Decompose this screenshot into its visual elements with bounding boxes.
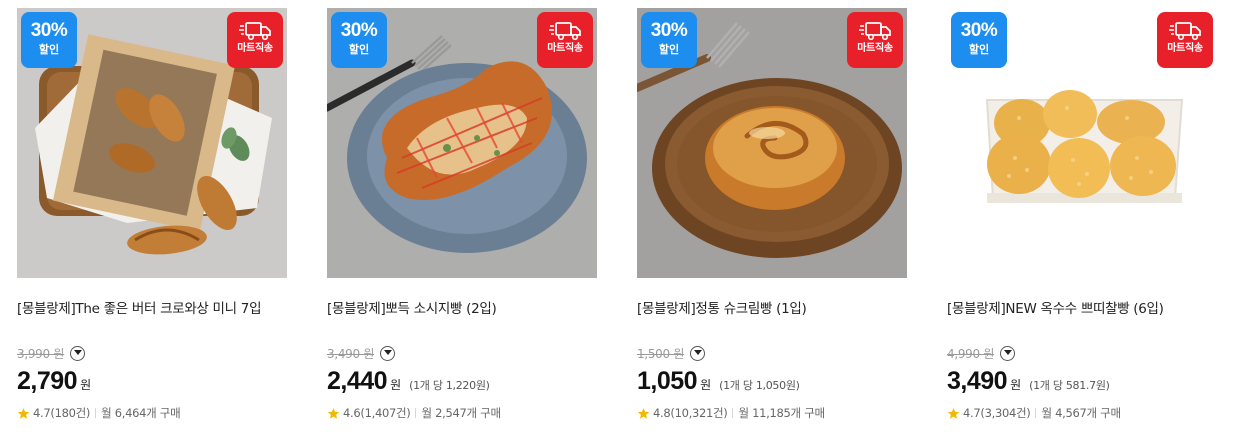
product-image-croissant[interactable]: 30% 할인 마트직송 bbox=[17, 8, 287, 278]
sale-price: 2,440 bbox=[327, 367, 388, 395]
discount-percent: 30% bbox=[960, 20, 998, 41]
price-info-button[interactable] bbox=[70, 345, 86, 361]
sale-price: 3,490 bbox=[947, 367, 1008, 395]
discount-label: 할인 bbox=[968, 43, 990, 56]
price-info-button[interactable] bbox=[1000, 345, 1016, 361]
mart-delivery-badge: 마트직송 bbox=[537, 12, 593, 68]
star-icon bbox=[947, 407, 960, 419]
rating-count[interactable]: 4.6(1,407건) bbox=[343, 405, 411, 421]
discount-badge: 30% 할인 bbox=[21, 12, 77, 68]
currency-label: 원 bbox=[700, 378, 712, 392]
discount-label: 할인 bbox=[38, 43, 60, 56]
delivery-truck-icon bbox=[549, 22, 581, 41]
delivery-label: 마트직송 bbox=[547, 43, 583, 54]
mart-delivery-badge: 마트직송 bbox=[847, 12, 903, 68]
price-row: 2,440 원 (1개 당 1,220원) bbox=[327, 367, 490, 397]
chevron-down-icon bbox=[693, 350, 702, 355]
original-price-row: 3,990 원 bbox=[17, 344, 86, 362]
price-info-button[interactable] bbox=[380, 345, 396, 361]
delivery-label: 마트직송 bbox=[1167, 43, 1203, 54]
product-image-cream-bread[interactable]: 30% 할인 마트직송 bbox=[637, 8, 907, 278]
unit-price: (1개 당 1,220원) bbox=[409, 379, 490, 392]
discount-percent: 30% bbox=[340, 20, 378, 41]
chevron-down-icon bbox=[73, 350, 82, 355]
review-meta: 4.8(10,321건) 월 11,185개 구매 bbox=[637, 405, 825, 421]
price-row: 1,050 원 (1개 당 1,050원) bbox=[637, 367, 800, 397]
product-card[interactable]: 30% 할인 마트직송 [몽블랑제]The 좋은 버터 크로와상 미니 7입 3… bbox=[17, 8, 287, 438]
discount-badge: 30% 할인 bbox=[641, 12, 697, 68]
unit-price: (1개 당 1,050원) bbox=[719, 379, 800, 392]
currency-label: 원 bbox=[1010, 378, 1022, 392]
original-price: 3,490 원 bbox=[327, 346, 375, 361]
product-name[interactable]: [몽블랑제]정통 슈크림빵 (1입) bbox=[637, 297, 917, 317]
star-icon bbox=[327, 407, 340, 419]
mart-delivery-badge: 마트직송 bbox=[227, 12, 283, 68]
product-name[interactable]: [몽블랑제]뽀득 소시지빵 (2입) bbox=[327, 297, 607, 317]
product-card[interactable]: 30% 할인 마트직송 [몽블랑제]NEW 옥수수 쁘띠찰빵 (6입) 4,99… bbox=[947, 8, 1217, 438]
price-row: 2,790 원 bbox=[17, 367, 99, 397]
review-meta: 4.7(3,304건) 월 4,567개 구매 bbox=[947, 405, 1121, 421]
product-card[interactable]: 30% 할인 마트직송 [몽블랑제]뽀득 소시지빵 (2입) 3,490 원 2… bbox=[327, 8, 597, 438]
unit-price: (1개 당 581.7원) bbox=[1029, 379, 1110, 392]
monthly-purchases: 월 4,567개 구매 bbox=[1041, 406, 1121, 420]
discount-percent: 30% bbox=[650, 20, 688, 41]
chevron-down-icon bbox=[1003, 350, 1012, 355]
original-price: 3,990 원 bbox=[17, 346, 65, 361]
mart-delivery-badge: 마트직송 bbox=[1157, 12, 1213, 68]
rating-count[interactable]: 4.8(10,321건) bbox=[653, 405, 728, 421]
divider bbox=[415, 408, 417, 418]
product-card[interactable]: 30% 할인 마트직송 [몽블랑제]정통 슈크림빵 (1입) 1,500 원 1… bbox=[637, 8, 907, 438]
original-price-row: 1,500 원 bbox=[637, 344, 706, 362]
product-image-sausage-bread[interactable]: 30% 할인 마트직송 bbox=[327, 8, 597, 278]
star-icon bbox=[17, 407, 30, 419]
sale-price: 2,790 bbox=[17, 367, 78, 395]
delivery-truck-icon bbox=[239, 22, 271, 41]
discount-badge: 30% 할인 bbox=[951, 12, 1007, 68]
discount-badge: 30% 할인 bbox=[331, 12, 387, 68]
discount-label: 할인 bbox=[348, 43, 370, 56]
product-grid: 30% 할인 마트직송 [몽블랑제]The 좋은 버터 크로와상 미니 7입 3… bbox=[0, 0, 1233, 447]
discount-label: 할인 bbox=[658, 43, 680, 56]
divider bbox=[95, 408, 97, 418]
price-info-button[interactable] bbox=[690, 345, 706, 361]
review-meta: 4.6(1,407건) 월 2,547개 구매 bbox=[327, 405, 501, 421]
chevron-down-icon bbox=[383, 350, 392, 355]
product-name[interactable]: [몽블랑제]The 좋은 버터 크로와상 미니 7입 bbox=[17, 297, 297, 317]
delivery-label: 마트직송 bbox=[237, 43, 273, 54]
review-meta: 4.7(180건) 월 6,464개 구매 bbox=[17, 405, 181, 421]
star-icon bbox=[637, 407, 650, 419]
price-row: 3,490 원 (1개 당 581.7원) bbox=[947, 367, 1110, 397]
currency-label: 원 bbox=[390, 378, 402, 392]
delivery-truck-icon bbox=[859, 22, 891, 41]
original-price: 4,990 원 bbox=[947, 346, 995, 361]
product-image-corn-bread[interactable]: 30% 할인 마트직송 bbox=[947, 8, 1217, 278]
rating-count[interactable]: 4.7(3,304건) bbox=[963, 405, 1031, 421]
sale-price: 1,050 bbox=[637, 367, 698, 395]
delivery-truck-icon bbox=[1169, 22, 1201, 41]
original-price-row: 3,490 원 bbox=[327, 344, 396, 362]
divider bbox=[732, 408, 734, 418]
currency-label: 원 bbox=[80, 378, 92, 392]
product-name[interactable]: [몽블랑제]NEW 옥수수 쁘띠찰빵 (6입) bbox=[947, 297, 1227, 317]
monthly-purchases: 월 11,185개 구매 bbox=[738, 406, 825, 420]
monthly-purchases: 월 2,547개 구매 bbox=[421, 406, 501, 420]
rating-count[interactable]: 4.7(180건) bbox=[33, 405, 90, 421]
delivery-label: 마트직송 bbox=[857, 43, 893, 54]
discount-percent: 30% bbox=[30, 20, 68, 41]
original-price-row: 4,990 원 bbox=[947, 344, 1016, 362]
original-price: 1,500 원 bbox=[637, 346, 685, 361]
monthly-purchases: 월 6,464개 구매 bbox=[101, 406, 181, 420]
divider bbox=[1035, 408, 1037, 418]
